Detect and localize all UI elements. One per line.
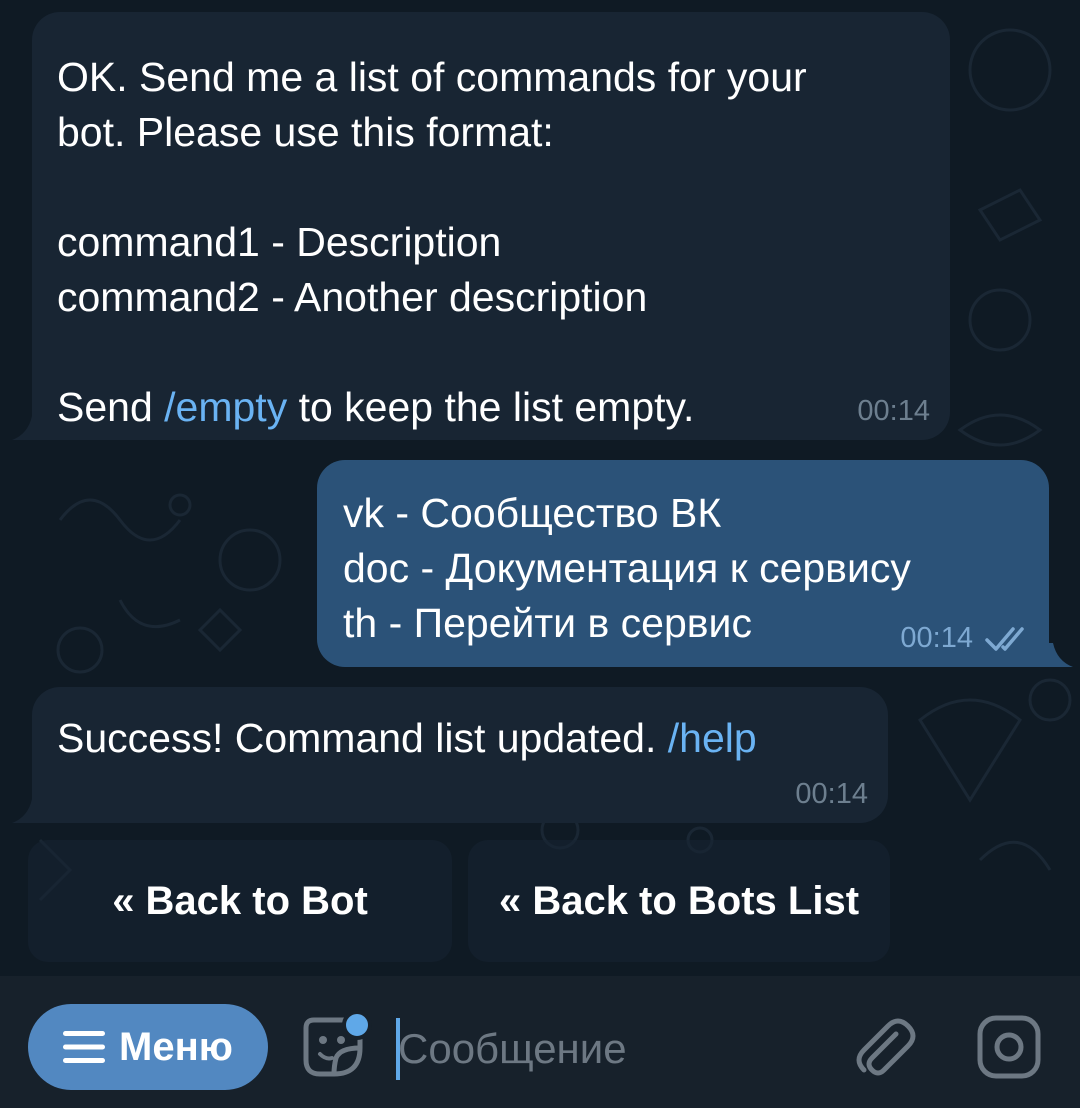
- message-time: 00:14: [857, 395, 930, 427]
- new-stickers-indicator: [342, 1010, 372, 1040]
- bubble-tail: [12, 416, 36, 440]
- message-line: bot. Please use this format:: [57, 109, 554, 155]
- message-time: 00:14: [795, 778, 868, 810]
- message-line: Success! Command list updated. /help: [57, 711, 757, 766]
- message-text-segment: Send: [57, 384, 165, 430]
- message-line-last: Send /empty to keep the list empty.: [57, 380, 807, 435]
- bubble-tail: [12, 799, 36, 823]
- message-text-segment: to keep the list empty.: [287, 384, 695, 430]
- chat-background: OK. Send me a list of commands for your …: [0, 0, 1080, 976]
- read-checkmarks-icon: [985, 627, 1024, 651]
- message-input[interactable]: [398, 1018, 818, 1080]
- message-line: OK. Send me a list of commands for your: [57, 54, 807, 100]
- incoming-message[interactable]: Success! Command list updated. /help 00:…: [32, 687, 888, 823]
- outgoing-message[interactable]: vk - Сообщество ВК doc - Документация к …: [317, 460, 1049, 667]
- message-text-segment: Success! Command list updated.: [57, 715, 668, 761]
- message-line: [57, 325, 807, 380]
- message-line: command1 - Description: [57, 219, 502, 265]
- message-line: doc - Документация к сервису: [343, 545, 911, 591]
- menu-button-label: Меню: [119, 1024, 233, 1069]
- message-text: Success! Command list updated. /help: [57, 711, 757, 766]
- message-line: [57, 160, 807, 215]
- message-text: vk - Сообщество ВК doc - Документация к …: [343, 486, 911, 651]
- camera-icon[interactable]: [976, 1014, 1042, 1080]
- message-text: OK. Send me a list of commands for your …: [57, 50, 807, 435]
- message-line: command2 - Another description: [57, 274, 648, 320]
- incoming-message[interactable]: OK. Send me a list of commands for your …: [32, 12, 950, 440]
- message-time: 00:14: [900, 622, 973, 654]
- bot-menu-button[interactable]: Меню: [28, 1004, 268, 1090]
- back-to-bot-button[interactable]: « Back to Bot: [28, 840, 452, 962]
- message-line: vk - Сообщество ВК: [343, 490, 722, 536]
- menu-icon: [63, 1031, 106, 1063]
- bot-command-link[interactable]: /empty: [164, 384, 287, 430]
- bubble-tail: [1049, 643, 1073, 667]
- bot-command-link[interactable]: /help: [668, 715, 757, 761]
- message-line: th - Перейти в сервис: [343, 600, 752, 646]
- attach-icon[interactable]: [852, 1014, 916, 1080]
- back-to-bots-list-button[interactable]: « Back to Bots List: [468, 840, 890, 962]
